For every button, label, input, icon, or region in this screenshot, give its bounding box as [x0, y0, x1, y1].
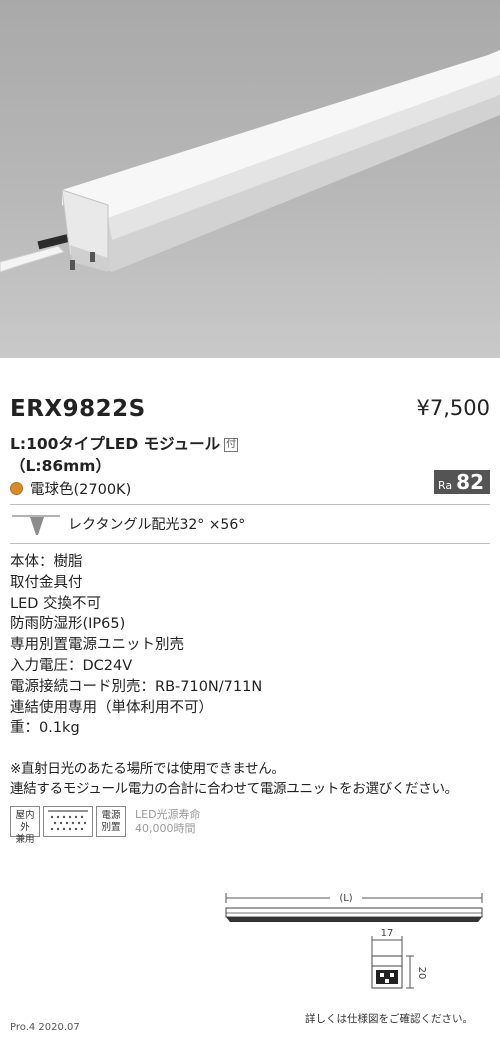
- module-length: （L:86mm）: [10, 457, 111, 475]
- price: ¥7,500: [416, 396, 490, 420]
- rain-proof-icon: [43, 806, 93, 837]
- product-photo: [0, 0, 500, 358]
- spec-item: 専用別置電源ユニット別売: [10, 637, 184, 654]
- detail-note: 詳しくは仕様図をご確認ください。: [305, 1013, 473, 1025]
- divider: [10, 543, 490, 544]
- spec-item: 防雨防湿形(IP65): [10, 616, 126, 633]
- power-separate-line1: 電源: [101, 810, 121, 821]
- footer-version: Pro.4 2020.07: [10, 1022, 80, 1033]
- spec-item: 本体：樹脂: [10, 554, 83, 570]
- dimension-drawing: (L) 17 20: [225, 890, 483, 989]
- warm-color-dot-icon: [10, 482, 23, 495]
- led-life-hours: 40,000時間: [135, 822, 196, 835]
- notes: ※直射日光のあたる場所では使用できません。 連結するモジュール電力の合計に合わせ…: [10, 760, 458, 799]
- indoor-outdoor-icon: 屋内外 兼用: [10, 806, 40, 845]
- separate-power-icon: 電源 別置: [96, 806, 126, 837]
- length-dimension-label: (L): [339, 893, 352, 904]
- color-temperature: 電球色(2700K): [10, 478, 131, 499]
- indoor-outdoor-line1: 屋内外: [15, 810, 35, 833]
- indoor-outdoor-line2: 兼用: [15, 834, 35, 845]
- subtitle-text: L:100タイプLED モジュール: [10, 435, 221, 453]
- width-dimension-label: 17: [381, 928, 394, 939]
- spec-item: 重：0.1kg: [10, 720, 80, 737]
- spec-item: 入力電圧：DC24V: [10, 657, 133, 674]
- color-temperature-label: 電球色(2700K): [30, 482, 132, 498]
- product-subtitle: L:100タイプLED モジュール付: [10, 432, 239, 454]
- spec-item: LED 交換不可: [10, 595, 102, 612]
- beam-angle-icon: [12, 515, 60, 535]
- spec-list: 本体：樹脂 取付金具付 LED 交換不可 防雨防湿形(IP65) 専用別置電源ユ…: [10, 552, 262, 739]
- ra-label: Ra: [438, 479, 453, 492]
- led-life-label: LED光源寿命: [135, 808, 201, 821]
- ra-badge: Ra 82: [434, 470, 490, 494]
- ra-value: 82: [456, 470, 484, 494]
- included-icon: 付: [224, 438, 239, 452]
- feature-icons: 屋内外 兼用 電源 別置 LED光源寿命 40,000時間: [10, 806, 201, 845]
- spec-item: 連結使用専用（単体利用不可）: [10, 699, 213, 716]
- led-life: LED光源寿命 40,000時間: [135, 806, 201, 836]
- power-separate-line2: 別置: [101, 822, 121, 833]
- spec-item: 取付金具付: [10, 574, 83, 591]
- note-item: ※直射日光のあたる場所では使用できません。: [10, 761, 285, 777]
- beam-angle-text: レクタングル配光32° ×56°: [68, 517, 246, 533]
- model-number: ERX9822S: [10, 396, 146, 422]
- spec-item: 電源接続コード別売：RB-710N/711N: [10, 678, 263, 695]
- note-item: 連結するモジュール電力の合計に合わせて電源ユニットをお選びください。: [10, 780, 458, 797]
- divider: [10, 504, 490, 505]
- height-dimension-label: 20: [416, 967, 427, 980]
